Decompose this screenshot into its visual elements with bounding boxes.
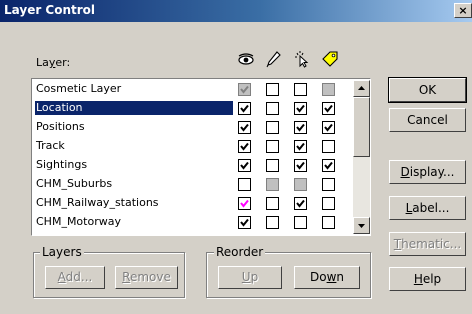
selectable-checkbox[interactable] (294, 140, 307, 153)
down-label: Down (309, 270, 345, 284)
add-layer-button[interactable]: Add... (45, 266, 105, 289)
layer-name[interactable]: Sightings (35, 158, 233, 172)
cancel-label: Cancel (407, 113, 448, 127)
layer-row[interactable]: CHM_Suburbs (33, 175, 353, 193)
up-label: Up (241, 270, 259, 284)
display-label: Display... (400, 165, 455, 179)
selectable-checkbox[interactable] (294, 197, 307, 210)
visible-checkbox[interactable] (238, 83, 251, 96)
editable-checkbox[interactable] (266, 197, 279, 210)
autolabel-checkbox[interactable] (322, 159, 335, 172)
label-label: Label... (405, 201, 450, 215)
remove-label: Remove (122, 270, 171, 284)
move-down-button[interactable]: Down (294, 266, 360, 289)
visible-checkbox[interactable] (238, 159, 251, 172)
editable-checkbox[interactable] (266, 140, 279, 153)
layer-column-label: Layer: (36, 56, 71, 69)
autolabel-checkbox[interactable] (322, 83, 335, 96)
editable-checkbox[interactable] (266, 83, 279, 96)
selectable-checkbox[interactable] (294, 159, 307, 172)
close-button[interactable]: × (454, 3, 472, 18)
autolabel-checkbox[interactable] (322, 140, 335, 153)
move-up-button[interactable]: Up (218, 266, 282, 289)
remove-layer-button[interactable]: Remove (115, 266, 178, 289)
layer-name[interactable]: CHM_Railway_stations (35, 196, 233, 210)
ok-button[interactable]: OK (388, 77, 467, 103)
visible-checkbox[interactable] (238, 216, 251, 229)
title-bar: Layer Control × (0, 0, 472, 22)
visible-eye-icon (238, 53, 254, 65)
visible-checkbox[interactable] (238, 102, 251, 115)
layer-row[interactable]: Sightings (33, 156, 353, 174)
display-button[interactable]: Display... (389, 160, 466, 184)
layer-row[interactable]: Location (33, 99, 353, 117)
scroll-thumb[interactable] (353, 97, 370, 157)
thematic-label: Thematic... (393, 237, 462, 251)
scroll-down-button[interactable] (353, 217, 370, 234)
layer-row[interactable]: Positions (33, 118, 353, 136)
help-label: Help (413, 272, 442, 286)
visible-checkbox[interactable] (238, 140, 251, 153)
editable-checkbox[interactable] (266, 216, 279, 229)
help-button[interactable]: Help (389, 267, 466, 291)
visible-checkbox[interactable] (238, 178, 251, 191)
layer-row[interactable]: Track (33, 137, 353, 155)
autolabel-checkbox[interactable] (322, 197, 335, 210)
label-button[interactable]: Label... (389, 196, 466, 220)
visible-checkbox[interactable] (238, 197, 251, 210)
window-title: Layer Control (4, 3, 96, 17)
autolabel-checkbox[interactable] (322, 216, 335, 229)
add-label: Add... (57, 270, 93, 284)
layer-name[interactable]: CHM_Motorway (35, 215, 233, 229)
editable-checkbox[interactable] (266, 178, 279, 191)
selectable-checkbox[interactable] (294, 83, 307, 96)
reorder-group-title: Reorder (214, 245, 266, 259)
layers-group-title: Layers (40, 245, 84, 259)
cancel-button[interactable]: Cancel (389, 108, 466, 132)
layer-row[interactable]: CHM_Railway_stations (33, 194, 353, 212)
layer-name[interactable]: Positions (35, 120, 233, 134)
layer-list-scrollbar[interactable] (353, 80, 370, 234)
layer-name[interactable]: Track (35, 139, 233, 153)
layer-list[interactable]: Cosmetic Layer Location Positions Track Sigh… (31, 78, 371, 236)
editable-pencil-icon (266, 51, 281, 68)
editable-checkbox[interactable] (266, 102, 279, 115)
selectable-checkbox[interactable] (294, 102, 307, 115)
selectable-checkbox[interactable] (294, 121, 307, 134)
autolabel-checkbox[interactable] (322, 121, 335, 134)
editable-checkbox[interactable] (266, 121, 279, 134)
ok-label: OK (418, 83, 437, 97)
autolabel-tag-icon (322, 51, 338, 67)
layer-row[interactable]: Cosmetic Layer (33, 80, 353, 98)
layer-name[interactable]: Location (35, 101, 233, 115)
layer-row[interactable]: CHM_Motorway (33, 213, 353, 231)
editable-checkbox[interactable] (266, 159, 279, 172)
selectable-checkbox[interactable] (294, 216, 307, 229)
autolabel-checkbox[interactable] (322, 178, 335, 191)
layer-name[interactable]: CHM_Suburbs (35, 177, 233, 191)
autolabel-checkbox[interactable] (322, 102, 335, 115)
visible-checkbox[interactable] (238, 121, 251, 134)
selectable-arrow-icon (295, 51, 309, 68)
scroll-up-button[interactable] (353, 80, 370, 97)
selectable-checkbox[interactable] (294, 178, 307, 191)
thematic-button[interactable]: Thematic... (389, 232, 466, 256)
arrow-down-icon (358, 224, 365, 228)
layer-name[interactable]: Cosmetic Layer (35, 82, 233, 96)
arrow-up-icon (358, 86, 365, 90)
